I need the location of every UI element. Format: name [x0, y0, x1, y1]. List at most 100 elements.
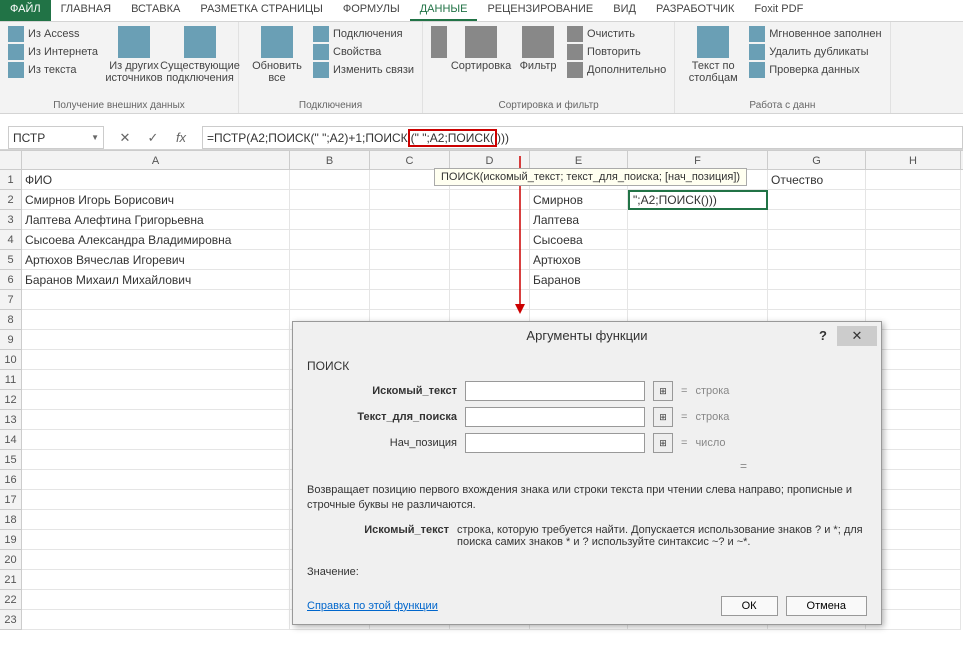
cell[interactable]: [290, 230, 370, 250]
col-header-F[interactable]: F: [628, 151, 768, 169]
arg2-range-btn[interactable]: ⊞: [653, 407, 673, 427]
row-header[interactable]: 1: [0, 170, 22, 190]
row-header[interactable]: 11: [0, 370, 22, 390]
cell[interactable]: [768, 230, 866, 250]
cell[interactable]: [290, 250, 370, 270]
row-header[interactable]: 22: [0, 590, 22, 610]
cell[interactable]: Лаптева: [530, 210, 628, 230]
cell[interactable]: [866, 270, 961, 290]
filter-btn[interactable]: Фильтр: [515, 26, 561, 72]
cell[interactable]: [866, 210, 961, 230]
reapply-filter[interactable]: Повторить: [567, 44, 666, 60]
col-header-C[interactable]: C: [370, 151, 450, 169]
row-header[interactable]: 8: [0, 310, 22, 330]
cell[interactable]: [22, 330, 290, 350]
cell[interactable]: [22, 590, 290, 610]
ok-button[interactable]: ОК: [721, 596, 778, 616]
cell[interactable]: [628, 290, 768, 310]
cell[interactable]: [628, 250, 768, 270]
text-to-cols[interactable]: Текст по столбцам: [683, 26, 743, 84]
cell[interactable]: [450, 250, 530, 270]
col-header-H[interactable]: H: [866, 151, 961, 169]
cell[interactable]: ФИО: [22, 170, 290, 190]
row-header[interactable]: 15: [0, 450, 22, 470]
cell[interactable]: Сысоева Александра Владимировна: [22, 230, 290, 250]
row-header[interactable]: 16: [0, 470, 22, 490]
flash-fill[interactable]: Мгновенное заполнен: [749, 26, 881, 42]
tab-developer[interactable]: РАЗРАБОТЧИК: [646, 0, 744, 21]
cell[interactable]: [22, 450, 290, 470]
row-header[interactable]: 17: [0, 490, 22, 510]
tab-review[interactable]: РЕЦЕНЗИРОВАНИЕ: [477, 0, 603, 21]
cell[interactable]: [22, 370, 290, 390]
tab-home[interactable]: ГЛАВНАЯ: [51, 0, 121, 21]
cell[interactable]: [628, 230, 768, 250]
cell[interactable]: [768, 190, 866, 210]
cell[interactable]: [450, 190, 530, 210]
dialog-close-button[interactable]: ✕: [837, 326, 877, 346]
dialog-help-link[interactable]: Справка по этой функции: [307, 600, 438, 612]
row-header[interactable]: 18: [0, 510, 22, 530]
from-other[interactable]: Из других источников: [104, 26, 164, 84]
cell[interactable]: [22, 610, 290, 630]
col-header-B[interactable]: B: [290, 151, 370, 169]
dialog-help-button[interactable]: ?: [813, 326, 833, 346]
row-header[interactable]: 21: [0, 570, 22, 590]
arg1-range-btn[interactable]: ⊞: [653, 381, 673, 401]
tab-formulas[interactable]: ФОРМУЛЫ: [333, 0, 410, 21]
cell[interactable]: ";A2;ПОИСК())): [628, 190, 768, 210]
sort-az[interactable]: [431, 26, 447, 42]
cell[interactable]: [290, 190, 370, 210]
cell[interactable]: [768, 290, 866, 310]
row-header[interactable]: 13: [0, 410, 22, 430]
select-all-corner[interactable]: [0, 151, 22, 169]
col-header-A[interactable]: A: [22, 151, 290, 169]
formula-input[interactable]: =ПСТР(A2;ПОИСК(" ";A2)+1;ПОИСК(" ";A2;ПО…: [202, 126, 963, 149]
from-text[interactable]: Из текста: [8, 62, 98, 78]
tab-insert[interactable]: ВСТАВКА: [121, 0, 190, 21]
cell[interactable]: [22, 410, 290, 430]
col-header-E[interactable]: E: [530, 151, 628, 169]
existing-conn[interactable]: Существующие подключения: [170, 26, 230, 84]
name-box[interactable]: ПСТР▼: [8, 126, 104, 149]
data-validation[interactable]: Проверка данных: [749, 62, 881, 78]
clear-filter[interactable]: Очистить: [567, 26, 666, 42]
cell[interactable]: [290, 210, 370, 230]
row-header[interactable]: 3: [0, 210, 22, 230]
row-header[interactable]: 2: [0, 190, 22, 210]
refresh-all[interactable]: Обновить все: [247, 26, 307, 84]
arg2-input[interactable]: [465, 407, 645, 427]
cancel-formula[interactable]: ✕: [116, 129, 134, 147]
cell[interactable]: [768, 250, 866, 270]
cell[interactable]: [450, 210, 530, 230]
advanced-filter[interactable]: Дополнительно: [567, 62, 666, 78]
cell[interactable]: [22, 310, 290, 330]
row-header[interactable]: 9: [0, 330, 22, 350]
sort-btn[interactable]: Сортировка: [453, 26, 509, 72]
cell[interactable]: Артюхов Вячеслав Игоревич: [22, 250, 290, 270]
row-header[interactable]: 6: [0, 270, 22, 290]
row-header[interactable]: 20: [0, 550, 22, 570]
cell[interactable]: [530, 290, 628, 310]
cell[interactable]: [22, 530, 290, 550]
cell[interactable]: Артюхов: [530, 250, 628, 270]
tab-file[interactable]: ФАЙЛ: [0, 0, 51, 21]
from-web[interactable]: Из Интернета: [8, 44, 98, 60]
row-header[interactable]: 19: [0, 530, 22, 550]
cell[interactable]: [290, 170, 370, 190]
row-header[interactable]: 23: [0, 610, 22, 630]
cell[interactable]: [22, 470, 290, 490]
cancel-button[interactable]: Отмена: [786, 596, 867, 616]
arg3-range-btn[interactable]: ⊞: [653, 433, 673, 453]
cell[interactable]: [866, 290, 961, 310]
cell[interactable]: [450, 270, 530, 290]
tab-data[interactable]: ДАННЫЕ: [410, 0, 478, 21]
cell[interactable]: [866, 230, 961, 250]
cell[interactable]: [22, 510, 290, 530]
properties[interactable]: Свойства: [313, 44, 414, 60]
row-header[interactable]: 7: [0, 290, 22, 310]
row-header[interactable]: 10: [0, 350, 22, 370]
sort-za[interactable]: [431, 42, 447, 58]
cell[interactable]: [768, 210, 866, 230]
cell[interactable]: [22, 550, 290, 570]
